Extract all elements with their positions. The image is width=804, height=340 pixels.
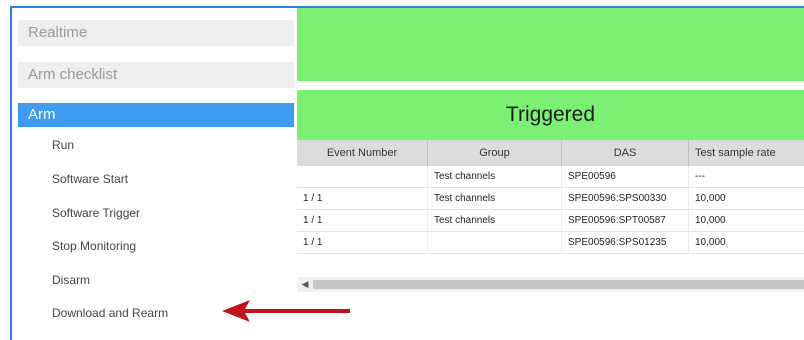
horizontal-scrollbar[interactable]: ◀ [297, 277, 804, 292]
cell-event-number: 1 / 1 [297, 232, 428, 254]
red-arrow-icon [222, 300, 350, 322]
sidebar-item-software-trigger[interactable]: Software Trigger [52, 206, 140, 220]
chevron-left-icon[interactable]: ◀ [299, 277, 311, 292]
cell-das: SPE00596 [562, 166, 689, 188]
status-banner: Triggered [297, 90, 804, 140]
table-row[interactable]: 1 / 1 Test channels SPE00596:SPT00587 10… [297, 210, 804, 232]
column-header-test-sample-rate[interactable]: Test sample rate [689, 140, 804, 166]
cell-event-number: 1 / 1 [297, 210, 428, 232]
sidebar: Realtime Arm checklist Arm Run Software … [14, 10, 294, 340]
sidebar-item-stop-monitoring[interactable]: Stop Monitoring [52, 239, 136, 253]
column-header-group[interactable]: Group [428, 140, 562, 166]
cell-group: Test channels [428, 210, 562, 232]
status-panel [297, 8, 804, 81]
cell-group [428, 232, 562, 254]
sidebar-item-software-start[interactable]: Software Start [52, 172, 128, 186]
channel-table: Event Number Group DAS Test sample rate … [297, 140, 804, 292]
cell-sample-rate: --- [689, 166, 804, 188]
table-row[interactable]: 1 / 1 SPE00596:SPS01235 10,000 [297, 232, 804, 254]
sidebar-item-disarm[interactable]: Disarm [52, 273, 90, 287]
table-header: Event Number Group DAS Test sample rate [297, 140, 804, 166]
section-arm-checklist[interactable]: Arm checklist [18, 62, 294, 88]
cell-group: Test channels [428, 166, 562, 188]
table-row[interactable]: 1 / 1 Test channels SPE00596:SPS00330 10… [297, 188, 804, 210]
cell-das: SPE00596:SPT00587 [562, 210, 689, 232]
sidebar-item-download-and-rearm[interactable]: Download and Rearm [52, 306, 168, 320]
column-header-das[interactable]: DAS [562, 140, 689, 166]
cell-event-number [297, 166, 428, 188]
cell-sample-rate: 10,000 [689, 232, 804, 254]
table-row[interactable]: Test channels SPE00596 --- [297, 166, 804, 188]
scrollbar-thumb[interactable] [313, 280, 804, 289]
cell-sample-rate: 10,000 [689, 210, 804, 232]
cell-das: SPE00596:SPS01235 [562, 232, 689, 254]
cell-sample-rate: 10,000 [689, 188, 804, 210]
section-realtime[interactable]: Realtime [18, 20, 294, 46]
cell-group: Test channels [428, 188, 562, 210]
cell-event-number: 1 / 1 [297, 188, 428, 210]
cell-das: SPE00596:SPS00330 [562, 188, 689, 210]
window-border-left [10, 6, 12, 340]
sidebar-item-run[interactable]: Run [52, 138, 74, 152]
section-arm[interactable]: Arm [18, 103, 294, 127]
column-header-event-number[interactable]: Event Number [297, 140, 428, 166]
